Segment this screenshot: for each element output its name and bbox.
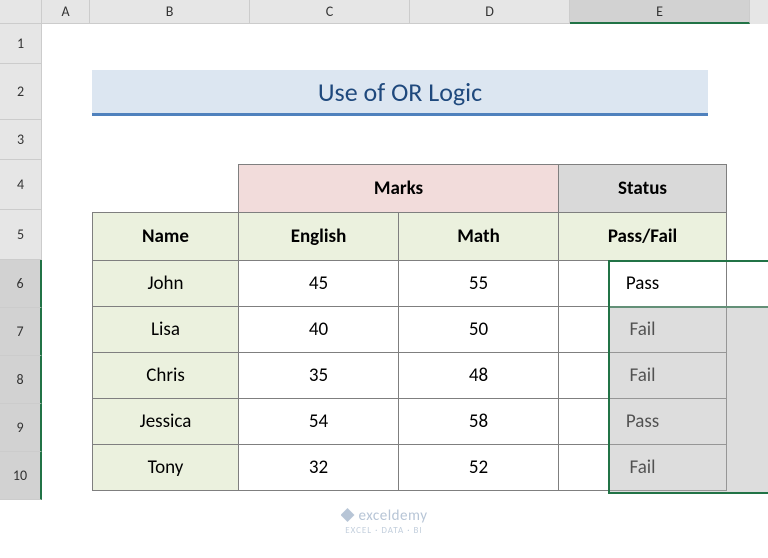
table-row: Chris3548Fail: [93, 353, 727, 399]
column-header-e[interactable]: E: [570, 0, 750, 24]
table-row: Lisa4050Fail: [93, 307, 727, 353]
cell-status[interactable]: Fail: [559, 307, 727, 353]
cell-math[interactable]: 55: [399, 261, 559, 307]
watermark-logo-icon: [341, 508, 355, 522]
cell-status[interactable]: Fail: [559, 445, 727, 491]
cell-english[interactable]: 54: [239, 399, 399, 445]
cell-status[interactable]: Fail: [559, 353, 727, 399]
row-header-8[interactable]: 8: [0, 356, 42, 404]
row-header-3[interactable]: 3: [0, 120, 42, 160]
header-status: Status: [559, 165, 727, 213]
cell-status[interactable]: Pass: [559, 261, 727, 307]
table-row: Tony3252Fail: [93, 445, 727, 491]
row-header-9[interactable]: 9: [0, 404, 42, 452]
header-math: Math: [399, 213, 559, 261]
cell-math[interactable]: 58: [399, 399, 559, 445]
watermark-brand: exceldemy: [359, 507, 428, 525]
cell-name[interactable]: Chris: [93, 353, 239, 399]
column-header-d[interactable]: D: [410, 0, 570, 24]
watermark-tagline: EXCEL · DATA · BI: [0, 525, 768, 536]
cell-english[interactable]: 35: [239, 353, 399, 399]
cell-status[interactable]: Pass: [559, 399, 727, 445]
row-header-4[interactable]: 4: [0, 160, 42, 210]
row-header-6[interactable]: 6: [0, 260, 42, 308]
row-header-10[interactable]: 10: [0, 452, 42, 500]
header-passfail: Pass/Fail: [559, 213, 727, 261]
cell-english[interactable]: 32: [239, 445, 399, 491]
cell-english[interactable]: 40: [239, 307, 399, 353]
row-header-5[interactable]: 5: [0, 210, 42, 260]
cell-math[interactable]: 48: [399, 353, 559, 399]
column-header-a[interactable]: A: [42, 0, 90, 24]
header-english: English: [239, 213, 399, 261]
row-header-2[interactable]: 2: [0, 64, 42, 120]
cell-name[interactable]: Lisa: [93, 307, 239, 353]
column-header-b[interactable]: B: [90, 0, 250, 24]
watermark: exceldemy EXCEL · DATA · BI: [0, 507, 768, 536]
sheet-content[interactable]: Use of OR Logic Marks Status Name Englis…: [42, 24, 768, 558]
header-marks: Marks: [239, 165, 559, 213]
row-header-7[interactable]: 7: [0, 308, 42, 356]
title-banner: Use of OR Logic: [92, 70, 708, 116]
cell-math[interactable]: 50: [399, 307, 559, 353]
table-row: John4555Pass: [93, 261, 727, 307]
spreadsheet: ABCDE 12345678910 Use of OR Logic Marks …: [0, 0, 768, 558]
header-name: Name: [93, 213, 239, 261]
cell-name[interactable]: Tony: [93, 445, 239, 491]
select-all-corner[interactable]: [0, 0, 42, 24]
cell-name[interactable]: Jessica: [93, 399, 239, 445]
column-header-row: ABCDE: [0, 0, 768, 24]
row-header-column: 12345678910: [0, 24, 42, 500]
data-table: Marks Status Name English Math Pass/Fail…: [92, 164, 727, 491]
row-header-1[interactable]: 1: [0, 24, 42, 64]
cell-english[interactable]: 45: [239, 261, 399, 307]
table-row: Jessica5458Pass: [93, 399, 727, 445]
cell-math[interactable]: 52: [399, 445, 559, 491]
cell-name[interactable]: John: [93, 261, 239, 307]
column-header-c[interactable]: C: [250, 0, 410, 24]
